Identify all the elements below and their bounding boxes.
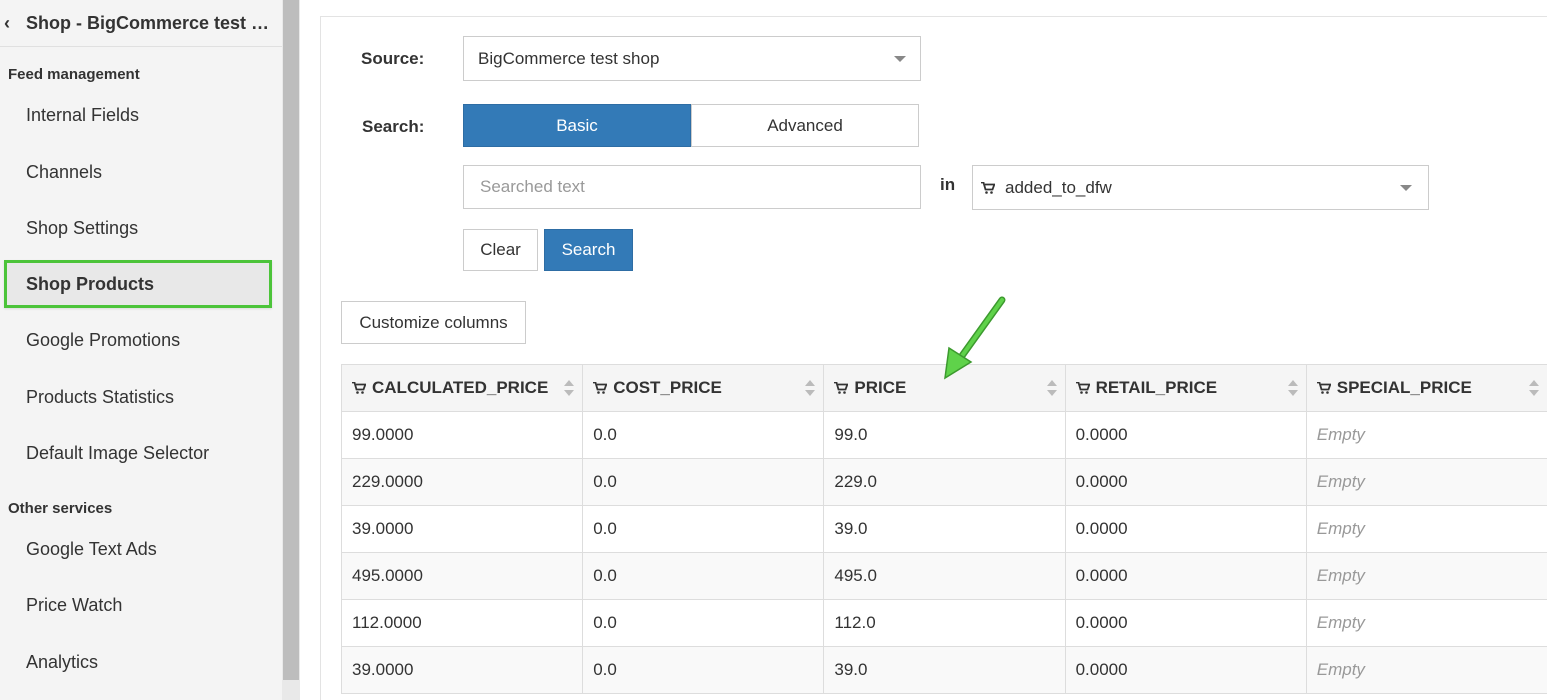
shopping-cart-icon bbox=[1316, 382, 1331, 394]
source-label: Source: bbox=[361, 49, 425, 68]
source-select[interactable]: BigCommerce test shop bbox=[463, 36, 921, 81]
table-cell: 39.0000 bbox=[340, 646, 584, 694]
table-cell: Empty bbox=[1305, 505, 1547, 553]
table-cell: 39.0 bbox=[823, 646, 1066, 694]
column-header-label: SPECIAL_PRICE bbox=[1336, 378, 1472, 397]
table-row[interactable]: 112.0000 0.0 112.0 0.0000 Empty bbox=[340, 599, 1547, 647]
sidebar-item-shop-settings[interactable]: Shop Settings bbox=[4, 204, 272, 252]
table-cell: 0.0000 bbox=[1064, 505, 1307, 553]
field-select[interactable]: added_to_dfw bbox=[972, 165, 1429, 210]
column-header-label: RETAIL_PRICE bbox=[1095, 378, 1218, 397]
table-cell: 112.0000 bbox=[340, 599, 584, 647]
table-row[interactable]: 39.0000 0.0 39.0 0.0000 Empty bbox=[340, 505, 1547, 553]
column-header-label: COST_PRICE bbox=[613, 378, 722, 397]
field-select-value: added_to_dfw bbox=[1005, 177, 1112, 197]
table-cell: 0.0 bbox=[582, 599, 825, 647]
table-cell: 229.0 bbox=[823, 458, 1066, 506]
table-cell: 39.0 bbox=[823, 505, 1066, 553]
shop-header[interactable]: ‹ Shop - BigCommerce test shop bbox=[0, 0, 282, 47]
clear-button[interactable]: Clear bbox=[463, 229, 538, 271]
table-cell: 0.0000 bbox=[1064, 599, 1307, 647]
table-cell: 0.0000 bbox=[1064, 458, 1307, 506]
column-header-cost-price[interactable]: COST_PRICE bbox=[582, 364, 825, 412]
chevron-down-icon bbox=[1400, 184, 1412, 191]
table-cell: 0.0000 bbox=[1064, 552, 1307, 600]
customize-columns-button[interactable]: Customize columns bbox=[341, 301, 526, 344]
sort-icon[interactable] bbox=[1046, 380, 1057, 396]
table-row[interactable]: 495.0000 0.0 495.0 0.0000 Empty bbox=[340, 552, 1547, 600]
column-header-calculated-price[interactable]: CALCULATED_PRICE bbox=[340, 364, 584, 412]
column-header-retail-price[interactable]: RETAIL_PRICE bbox=[1064, 364, 1307, 412]
sort-icon[interactable] bbox=[564, 380, 575, 396]
search-input[interactable] bbox=[463, 165, 921, 209]
table-row[interactable]: 39.0000 0.0 39.0 0.0000 Empty bbox=[340, 646, 1547, 694]
shopping-cart-icon bbox=[834, 382, 849, 394]
table-cell: 495.0 bbox=[823, 552, 1066, 600]
shopping-cart-icon bbox=[352, 382, 366, 394]
section-title-feed-management: Feed management bbox=[8, 66, 140, 83]
shop-title: Shop - BigCommerce test shop bbox=[26, 12, 272, 33]
table-cell: 0.0 bbox=[582, 646, 825, 694]
sidebar-item-default-image-selector[interactable]: Default Image Selector bbox=[4, 429, 272, 477]
chevron-down-icon bbox=[894, 55, 906, 62]
table-cell: Empty bbox=[1305, 458, 1547, 506]
search-mode-basic[interactable]: Basic bbox=[463, 104, 691, 147]
table-cell: 99.0 bbox=[823, 411, 1066, 459]
table-cell: 0.0000 bbox=[1064, 646, 1307, 694]
column-header-special-price[interactable]: SPECIAL_PRICE bbox=[1305, 364, 1547, 412]
search-label: Search: bbox=[362, 117, 425, 136]
table-cell: Empty bbox=[1305, 552, 1547, 600]
sort-icon[interactable] bbox=[805, 380, 816, 396]
sidebar-item-analytics[interactable]: Analytics bbox=[4, 638, 272, 686]
sidebar-scrollbar-thumb[interactable] bbox=[283, 0, 299, 680]
sidebar-item-price-watch[interactable]: Price Watch bbox=[4, 581, 272, 629]
source-select-value: BigCommerce test shop bbox=[478, 48, 660, 68]
table-cell: 0.0 bbox=[582, 458, 825, 506]
sidebar-item-shop-products[interactable]: Shop Products bbox=[4, 260, 272, 308]
search-button[interactable]: Search bbox=[544, 229, 633, 271]
sidebar-item-internal-fields[interactable]: Internal Fields bbox=[4, 91, 272, 139]
sort-icon[interactable] bbox=[1529, 380, 1539, 396]
sort-icon[interactable] bbox=[1287, 380, 1298, 396]
table-cell: 99.0000 bbox=[340, 411, 584, 459]
table-cell: 0.0000 bbox=[1064, 411, 1307, 459]
table-cell: 0.0 bbox=[582, 411, 825, 459]
table-row[interactable]: 99.0000 0.0 99.0 0.0000 Empty bbox=[340, 411, 1547, 459]
table-row[interactable]: 229.0000 0.0 229.0 0.0000 Empty bbox=[340, 458, 1547, 506]
table-cell: 0.0 bbox=[582, 552, 825, 600]
sidebar-item-google-text-ads[interactable]: Google Text Ads bbox=[4, 525, 272, 573]
table-cell: 0.0 bbox=[582, 505, 825, 553]
shopping-cart-icon bbox=[1075, 382, 1090, 394]
sidebar: ‹ Shop - BigCommerce test shop Feed mana… bbox=[0, 0, 282, 700]
main-panel: Source: BigCommerce test shop Search: Ba… bbox=[320, 16, 1547, 700]
search-mode-advanced[interactable]: Advanced bbox=[691, 104, 919, 147]
section-title-other-services: Other services bbox=[8, 500, 113, 517]
chevron-left-icon[interactable]: ‹ bbox=[4, 13, 22, 34]
shopping-cart-icon bbox=[981, 181, 995, 194]
search-mode-toggle: Basic Advanced bbox=[463, 104, 919, 147]
in-label: in bbox=[940, 175, 956, 194]
column-header-label: CALCULATED_PRICE bbox=[372, 378, 549, 397]
table-cell: 39.0000 bbox=[340, 505, 584, 553]
sidebar-item-google-promotions[interactable]: Google Promotions bbox=[4, 316, 272, 364]
table-cell: 229.0000 bbox=[340, 458, 584, 506]
sidebar-item-products-statistics[interactable]: Products Statistics bbox=[4, 373, 272, 421]
table-cell: Empty bbox=[1305, 599, 1547, 647]
table-cell: 495.0000 bbox=[340, 552, 584, 600]
table-cell: Empty bbox=[1305, 411, 1547, 459]
column-header-label: PRICE bbox=[854, 378, 907, 397]
table-cell: 112.0 bbox=[823, 599, 1066, 647]
green-arrow-icon bbox=[944, 296, 1006, 380]
table-cell: Empty bbox=[1305, 646, 1547, 694]
sidebar-scrollbar[interactable] bbox=[282, 0, 300, 700]
products-table: CALCULATED_PRICE COST_PRICE PRICE RETAIL… bbox=[340, 364, 1547, 694]
sidebar-item-channels[interactable]: Channels bbox=[4, 148, 272, 196]
shopping-cart-icon bbox=[593, 382, 608, 394]
